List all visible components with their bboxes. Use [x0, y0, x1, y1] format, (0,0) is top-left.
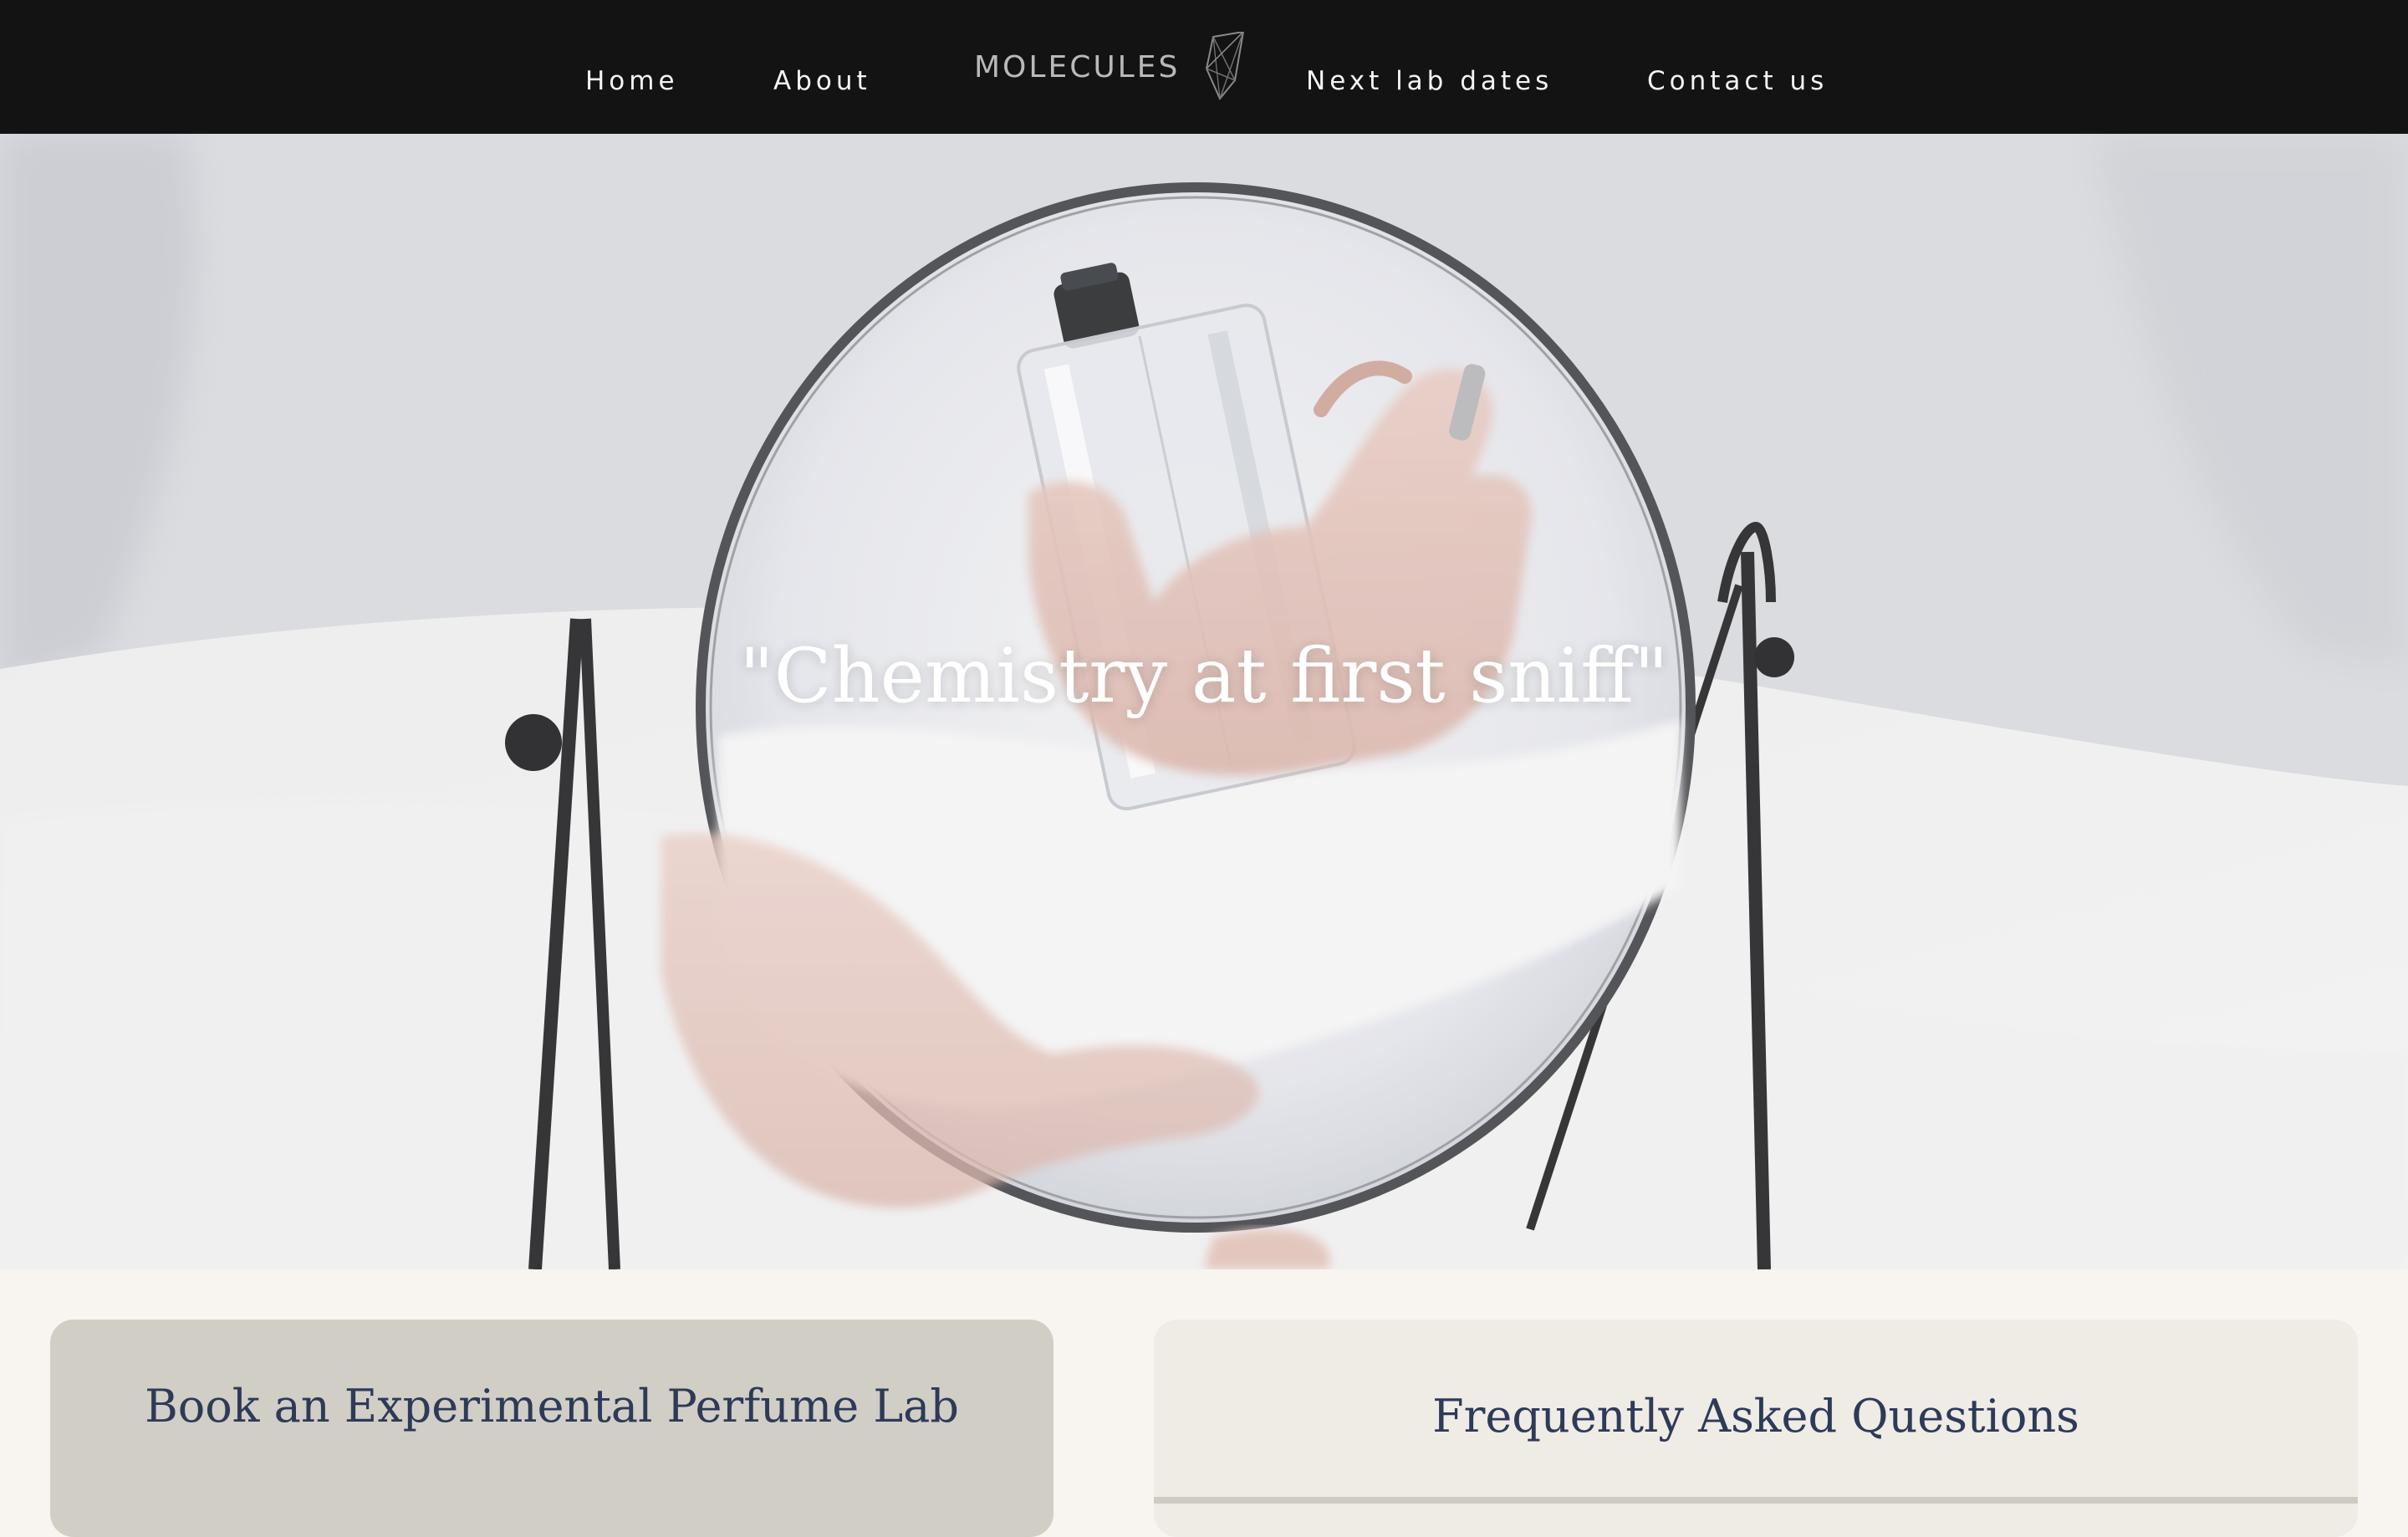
faq-divider [1154, 1497, 2358, 1504]
nav-link-next-lab-dates[interactable]: Next lab dates [1306, 66, 1553, 96]
crystal-logo-icon [1205, 32, 1245, 100]
nav-link-home[interactable]: Home [585, 66, 679, 96]
hero-tagline: "Chemistry at first sniff" [739, 632, 1669, 720]
faq-heading: Frequently Asked Questions [1432, 1390, 2079, 1443]
faq-card: Frequently Asked Questions [1154, 1320, 2358, 1537]
molecules-logo[interactable]: MOLECULES [974, 32, 1250, 102]
book-lab-heading: Book an Experimental Perfume Lab [145, 1380, 959, 1432]
nav-link-contact-us[interactable]: Contact us [1647, 66, 1828, 96]
nav-link-about[interactable]: About [773, 66, 871, 96]
logo-wordmark: MOLECULES [974, 50, 1181, 84]
book-lab-card[interactable]: Book an Experimental Perfume Lab [50, 1320, 1054, 1537]
top-navigation-bar: Home About MOLECULES Next lab dates Cont… [0, 0, 2408, 134]
hero-banner: "Chemistry at first sniff" [0, 134, 2408, 1269]
